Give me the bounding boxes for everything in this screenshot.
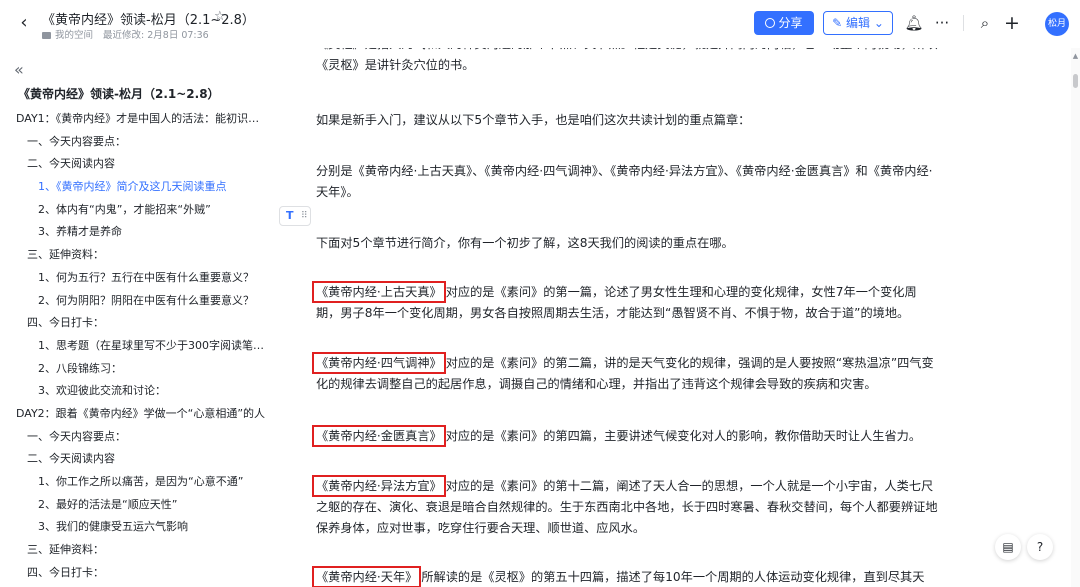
plus-icon[interactable]: + — [1002, 13, 1022, 33]
share-button[interactable]: 分享 — [754, 11, 814, 35]
section-paragraph: 《黄帝内经·四气调神》 对应的是《素问》的第二篇，讲的是天气变化的规律，强调的是人… — [312, 352, 940, 395]
avatar[interactable]: 松月 — [1045, 12, 1069, 36]
pencil-icon: ✎ — [832, 16, 846, 30]
section-text: 所解读的是《灵枢》的第五十四篇，描述了每10年一个周期的人体运动变化规律，直到尽… — [421, 570, 925, 584]
help-icon[interactable]: ? — [1027, 534, 1053, 560]
top-bar: ‹ 《黄帝内经》领读-松月（2.1~2.8） ☆ 我的空间 最近修改: 2月8日 … — [0, 0, 1080, 48]
paragraph: 如果是新手入门，建议从以下5个章节入手，也是咱们这次共读计划的重点篇章： — [316, 113, 751, 127]
highlighted-title: 《黄帝内经·金匮真言》 — [312, 425, 446, 447]
section-paragraph: 《黄帝内经·金匮真言》 对应的是《素问》的第四篇，主要讲述气候变化对人的影响，教你… — [312, 425, 940, 447]
folder-icon — [42, 32, 51, 39]
last-modified: 最近修改: 2月8日 07:36 — [103, 30, 209, 41]
block-handle[interactable]: T ⠿ — [279, 206, 311, 226]
paragraph: 分别是《黄帝内经·上古天真》、《黄帝内经·四气调神》、《黄帝内经·异法方宜》、《… — [316, 164, 933, 199]
document-meta: 我的空间 最近修改: 2月8日 07:36 — [42, 27, 209, 41]
highlighted-title: 《黄帝内经·四气调神》 — [312, 352, 446, 374]
highlighted-title: 《黄帝内经·天年》 — [312, 566, 422, 587]
text-block-icon: T — [286, 209, 294, 222]
section-text: 对应的是《素问》的第四篇，主要讲述气候变化对人的影响，教你借助天时让人生省力。 — [445, 429, 922, 443]
section-paragraph: 《黄帝内经·天年》 所解读的是《灵枢》的第五十四篇，描述了每10年一个周期的人体运… — [312, 566, 940, 587]
scroll-up-icon[interactable]: ▲ — [1071, 52, 1080, 60]
highlighted-title: 《黄帝内经·上古天真》 — [312, 281, 446, 303]
scrollbar[interactable] — [1071, 48, 1080, 587]
section-paragraph: 《黄帝内经·异法方宜》 对应的是《素问》的第十二篇，阐述了天人合一的思想，一个人就… — [312, 475, 940, 539]
highlighted-title: 《黄帝内经·异法方宜》 — [312, 475, 446, 497]
edit-label: 编辑 — [845, 16, 870, 30]
document-info-icon[interactable]: ▤ — [995, 534, 1021, 560]
drag-handle-icon[interactable]: ⠿ — [301, 207, 308, 225]
back-icon[interactable]: ‹ — [14, 13, 34, 33]
more-icon[interactable]: ··· — [932, 13, 952, 33]
scrollbar-thumb[interactable] — [1073, 74, 1078, 88]
divider — [963, 15, 964, 31]
paragraph: 下面对5个章节进行简介，你有一个初步了解，这8天我们的阅读的重点在哪。 — [316, 236, 734, 250]
search-icon[interactable]: ⌕ — [975, 13, 995, 33]
space-label[interactable]: 我的空间 — [55, 30, 93, 41]
star-icon[interactable]: ☆ — [214, 9, 226, 24]
chevron-down-icon: ⌄ — [870, 16, 884, 30]
paragraph: 《灵枢》是指人的气和人的神灵沟通的那个节点、关节点。枢是关键，就是开阖门的门轴，… — [316, 48, 938, 72]
section-paragraph: 《黄帝内经·上古天真》 对应的是《素问》的第一篇，论述了男女性生理和心理的变化规律… — [312, 281, 940, 324]
document-body: 《灵枢》是指人的气和人的神灵沟通的那个节点、关节点。枢是关键，就是开阖门的门轴，… — [0, 48, 1080, 587]
bell-icon[interactable]: 🔔︎ — [904, 13, 924, 33]
edit-button[interactable]: ✎ 编辑 ⌄ — [823, 11, 893, 35]
globe-icon — [765, 18, 776, 28]
share-label: 分享 — [778, 16, 803, 30]
